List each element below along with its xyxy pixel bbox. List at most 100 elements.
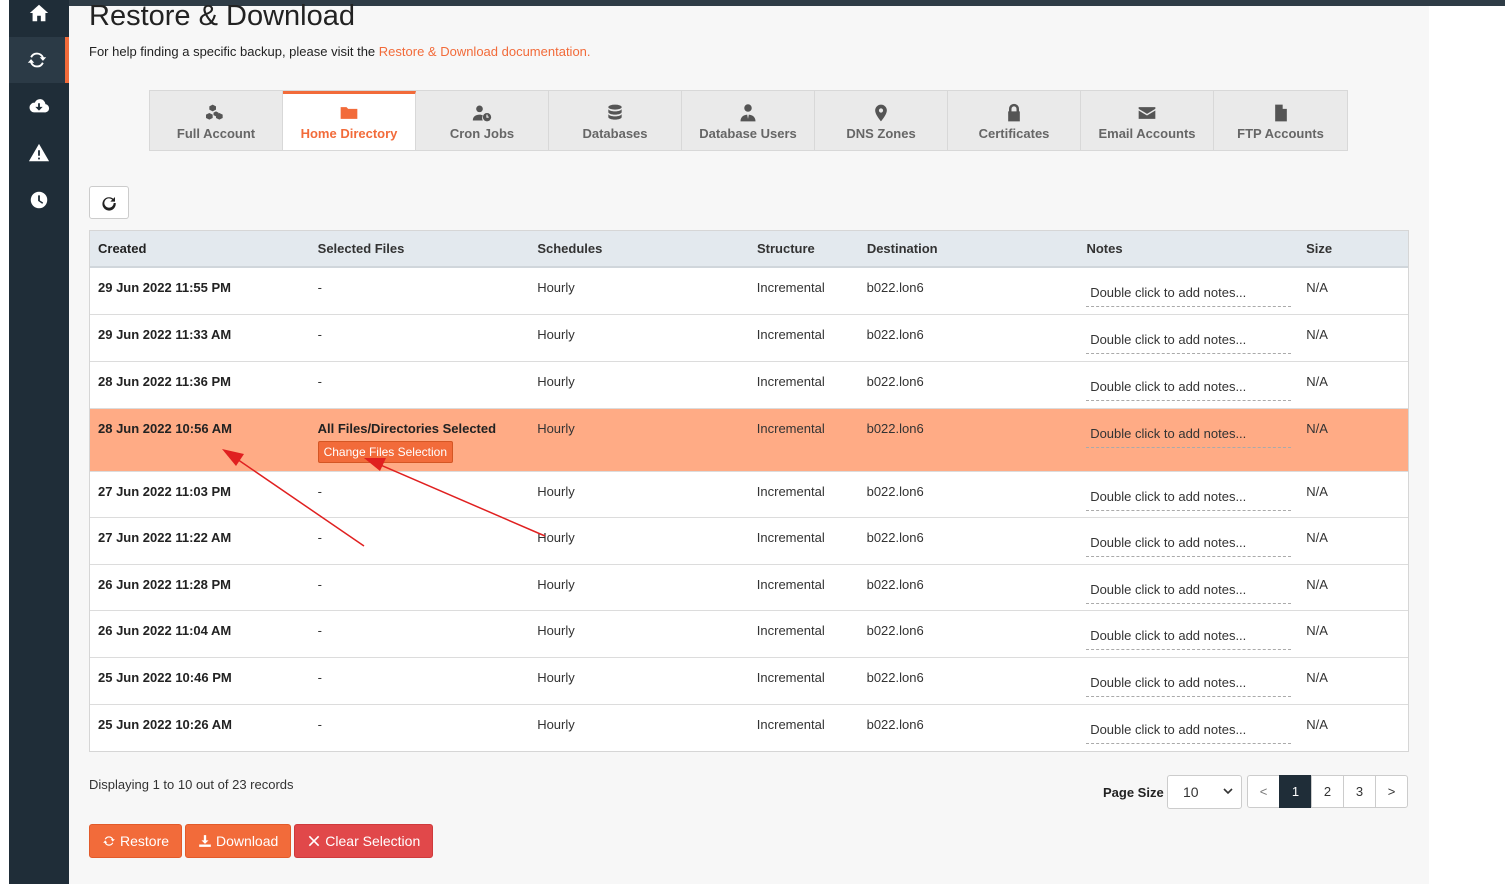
table-header: Created Selected Files Schedules Structu… bbox=[90, 231, 1408, 268]
cell-destination: b022.lon6 bbox=[866, 484, 924, 499]
right-margin bbox=[1429, 6, 1505, 884]
header-schedules: Schedules bbox=[537, 241, 603, 256]
cell-structure: Incremental bbox=[756, 484, 825, 499]
page-title: Restore & Download bbox=[89, 0, 355, 32]
cell-size: N/A bbox=[1306, 327, 1328, 342]
header-structure: Structure bbox=[756, 241, 815, 256]
cell-created: 25 Jun 2022 10:26 AM bbox=[98, 717, 232, 732]
sidebar-item-download[interactable] bbox=[9, 83, 69, 129]
sidebar-item-history[interactable] bbox=[9, 177, 69, 223]
tab-email-accounts[interactable]: Email Accounts bbox=[1081, 91, 1214, 150]
cell-destination: b022.lon6 bbox=[866, 280, 924, 295]
cell-notes: Double click to add notes... bbox=[1078, 611, 1298, 657]
cell-structure: Incremental bbox=[756, 530, 825, 545]
pager-page-1[interactable]: 1 bbox=[1279, 775, 1312, 808]
notes-editable[interactable]: Double click to add notes... bbox=[1086, 718, 1292, 744]
cell-schedules: Hourly bbox=[537, 717, 575, 732]
tab-database-users[interactable]: Database Users bbox=[682, 91, 815, 150]
notes-editable[interactable]: Double click to add notes... bbox=[1086, 375, 1292, 401]
tab-databases[interactable]: Databases bbox=[549, 91, 682, 150]
table-row[interactable]: 27 Jun 2022 11:03 PM - Hourly Incrementa… bbox=[90, 472, 1408, 518]
documentation-link[interactable]: Restore & Download documentation. bbox=[379, 44, 591, 59]
cell-structure: Incremental bbox=[756, 577, 825, 592]
chevron-down-icon bbox=[1223, 788, 1233, 795]
tab-home-directory[interactable]: Home Directory bbox=[283, 91, 416, 150]
refresh-button[interactable] bbox=[89, 186, 129, 219]
cell-destination: b022.lon6 bbox=[866, 717, 924, 732]
change-files-selection-button[interactable]: Change Files Selection bbox=[317, 441, 453, 463]
download-button[interactable]: Download bbox=[185, 824, 292, 858]
cell-selected-files: - bbox=[317, 717, 322, 732]
notes-editable[interactable]: Double click to add notes... bbox=[1086, 578, 1292, 604]
table-row-selected[interactable]: 28 Jun 2022 10:56 AM All Files/Directori… bbox=[90, 409, 1408, 472]
sidebar-item-home[interactable] bbox=[9, 0, 69, 36]
cell-schedules: Hourly bbox=[537, 670, 575, 685]
tab-ftp-accounts[interactable]: FTP Accounts bbox=[1214, 91, 1347, 150]
download-label: Download bbox=[216, 833, 279, 849]
tab-label: Databases bbox=[582, 126, 648, 141]
user-tie-icon bbox=[740, 104, 756, 122]
table-row[interactable]: 25 Jun 2022 10:46 PM - Hourly Incrementa… bbox=[90, 658, 1408, 705]
cell-schedules: Hourly bbox=[537, 374, 575, 389]
cloud-download-icon bbox=[29, 99, 50, 113]
cell-structure: Incremental bbox=[756, 280, 825, 295]
cell-schedules: Hourly bbox=[537, 623, 575, 638]
table-row[interactable]: 29 Jun 2022 11:33 AM - Hourly Incrementa… bbox=[90, 315, 1408, 362]
main-content: Restore & Download For help finding a sp… bbox=[69, 0, 1429, 884]
pager-prev[interactable]: < bbox=[1247, 775, 1280, 808]
notes-editable[interactable]: Double click to add notes... bbox=[1086, 531, 1292, 557]
tab-cron-jobs[interactable]: Cron Jobs bbox=[416, 91, 549, 150]
user-clock-icon bbox=[472, 105, 492, 122]
header-created[interactable]: Created bbox=[90, 241, 310, 256]
notes-editable[interactable]: Double click to add notes... bbox=[1086, 281, 1292, 307]
table-row[interactable]: 27 Jun 2022 11:22 AM - Hourly Incrementa… bbox=[90, 518, 1408, 565]
cell-selected-files: - bbox=[317, 670, 322, 685]
clear-selection-button[interactable]: Clear Selection bbox=[294, 824, 434, 858]
table-row[interactable]: 29 Jun 2022 11:55 PM - Hourly Incrementa… bbox=[90, 268, 1408, 315]
lock-icon bbox=[1008, 103, 1020, 122]
cell-created: 28 Jun 2022 11:36 PM bbox=[98, 374, 231, 389]
tab-dns-zones[interactable]: DNS Zones bbox=[815, 91, 948, 150]
cell-structure: Incremental bbox=[756, 717, 825, 732]
notes-editable[interactable]: Double click to add notes... bbox=[1086, 624, 1292, 650]
envelope-icon bbox=[1138, 107, 1156, 119]
tab-certificates[interactable]: Certificates bbox=[948, 91, 1081, 150]
sidebar-item-alerts[interactable] bbox=[9, 130, 69, 176]
notes-editable[interactable]: Double click to add notes... bbox=[1086, 328, 1292, 354]
tab-full-account[interactable]: Full Account bbox=[150, 91, 283, 150]
cell-size: N/A bbox=[1306, 623, 1328, 638]
table-row[interactable]: 26 Jun 2022 11:04 AM - Hourly Incrementa… bbox=[90, 611, 1408, 658]
notes-editable[interactable]: Double click to add notes... bbox=[1086, 422, 1292, 448]
cell-schedules: Hourly bbox=[537, 280, 575, 295]
cell-destination: b022.lon6 bbox=[866, 374, 924, 389]
table-row[interactable]: 28 Jun 2022 11:36 PM - Hourly Incrementa… bbox=[90, 362, 1408, 409]
table-row[interactable]: 25 Jun 2022 10:26 AM - Hourly Incrementa… bbox=[90, 705, 1408, 751]
sidebar-item-restore[interactable] bbox=[9, 37, 69, 83]
tab-label: Email Accounts bbox=[1098, 126, 1196, 141]
restore-button[interactable]: Restore bbox=[89, 824, 183, 858]
sidebar bbox=[9, 0, 69, 884]
cell-notes: Double click to add notes... bbox=[1078, 565, 1298, 610]
cell-size: N/A bbox=[1306, 484, 1328, 499]
backups-table: Created Selected Files Schedules Structu… bbox=[89, 230, 1409, 752]
cell-destination: b022.lon6 bbox=[866, 327, 924, 342]
cell-selected-files: - bbox=[317, 530, 322, 545]
tab-label: FTP Accounts bbox=[1237, 126, 1324, 141]
notes-editable[interactable]: Double click to add notes... bbox=[1086, 485, 1292, 511]
cell-size: N/A bbox=[1306, 577, 1328, 592]
pager-page-2[interactable]: 2 bbox=[1311, 775, 1344, 808]
cell-notes: Double click to add notes... bbox=[1078, 268, 1298, 314]
tab-label: Certificates bbox=[978, 126, 1050, 141]
pager-next[interactable]: > bbox=[1375, 775, 1408, 808]
refresh-icon bbox=[102, 196, 116, 211]
notes-editable[interactable]: Double click to add notes... bbox=[1086, 671, 1292, 697]
cell-size: N/A bbox=[1306, 670, 1328, 685]
cell-selected-files: - bbox=[317, 577, 322, 592]
cell-notes: Double click to add notes... bbox=[1078, 409, 1298, 471]
cell-notes: Double click to add notes... bbox=[1078, 518, 1298, 564]
cell-structure: Incremental bbox=[756, 421, 825, 436]
cell-destination: b022.lon6 bbox=[866, 623, 924, 638]
pager-page-3[interactable]: 3 bbox=[1343, 775, 1376, 808]
page-size-select[interactable]: 10 bbox=[1167, 775, 1242, 809]
table-row[interactable]: 26 Jun 2022 11:28 PM - Hourly Incrementa… bbox=[90, 565, 1408, 611]
